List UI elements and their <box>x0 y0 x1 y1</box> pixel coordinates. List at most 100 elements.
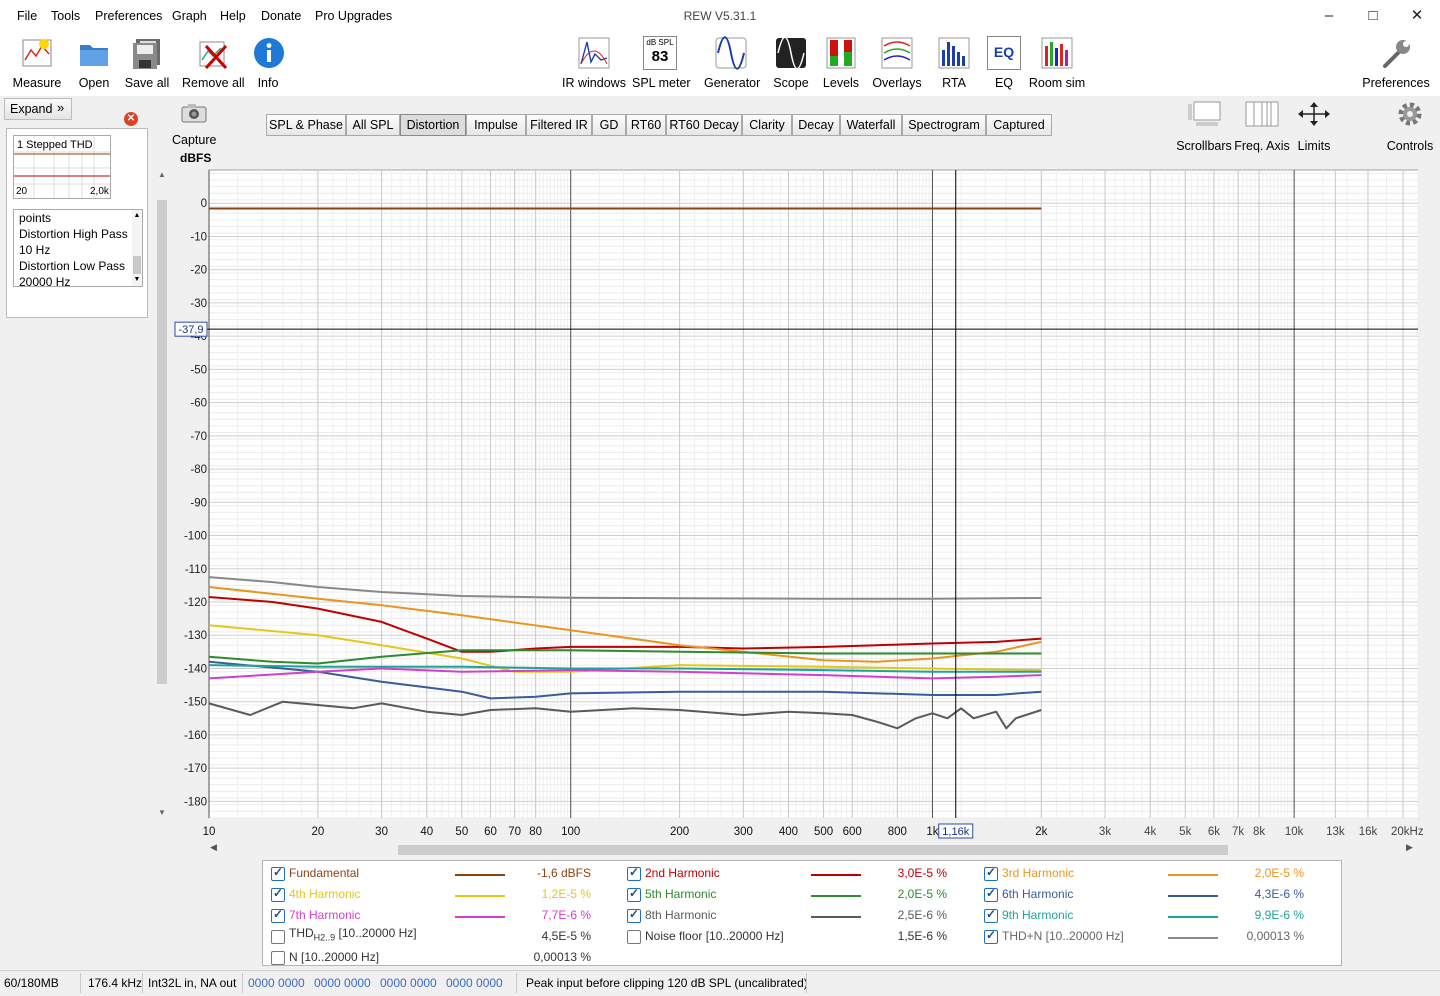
rta-button[interactable]: RTA <box>936 36 972 90</box>
info-button[interactable]: Info <box>252 36 284 90</box>
tab-decay[interactable]: Decay <box>792 114 840 136</box>
tab-rt60-decay[interactable]: RT60 Decay <box>666 114 742 136</box>
legend-item[interactable]: 9th Harmonic 9,9E-6 % <box>984 906 1334 926</box>
menu-preferences[interactable]: Preferences <box>95 9 162 23</box>
horizontal-scrollbar[interactable]: ◀ ▶ <box>210 842 1418 856</box>
maximize-icon[interactable]: □ <box>1353 4 1393 28</box>
legend-item[interactable]: 4th Harmonic 1,2E-5 % <box>271 885 621 905</box>
scope-button[interactable]: Scope <box>770 36 812 90</box>
legend-label: 9th Harmonic <box>1002 908 1074 922</box>
legend-checkbox[interactable] <box>627 907 641 923</box>
horizontal-scroll-thumb[interactable] <box>398 845 1228 855</box>
menu-pro-upgrades[interactable]: Pro Upgrades <box>315 9 392 23</box>
room-sim-button[interactable]: Room sim <box>1028 36 1086 90</box>
menu-donate[interactable]: Donate <box>261 9 301 23</box>
legend-item[interactable]: THD+N [10..20000 Hz] 0,00013 % <box>984 927 1334 947</box>
legend-item[interactable]: N [10..20000 Hz] 0,00013 % <box>271 948 621 968</box>
tab-gd[interactable]: GD <box>592 114 626 136</box>
x-tick-label: 500 <box>814 826 833 838</box>
x-tick-label: 50 <box>455 826 468 838</box>
scroll-left-icon[interactable]: ◀ <box>210 842 217 853</box>
scroll-right-icon[interactable]: ▶ <box>1406 842 1413 853</box>
menu-graph[interactable]: Graph <box>172 9 207 23</box>
ir-windows-button[interactable]: IR windows <box>562 36 626 90</box>
legend-item[interactable]: THDH2..9 [10..20000 Hz] 4,5E-5 % <box>271 926 621 947</box>
legend-label: Fundamental <box>289 866 360 880</box>
legend-checkbox[interactable] <box>271 907 285 923</box>
menu-file[interactable]: File <box>17 9 37 23</box>
legend-item[interactable]: 5th Harmonic 2,0E-5 % <box>627 885 977 905</box>
legend-item[interactable]: 6th Harmonic 4,3E-6 % <box>984 885 1334 905</box>
legend-item[interactable]: 2nd Harmonic 3,0E-5 % <box>627 864 977 884</box>
tab-captured[interactable]: Captured <box>986 114 1052 136</box>
generator-button[interactable]: Generator <box>704 36 760 90</box>
y-tick-label: -170 <box>184 763 207 775</box>
y-axis-label: dBFS <box>180 151 211 165</box>
legend-item[interactable]: 7th Harmonic 7,7E-6 % <box>271 906 621 926</box>
legend-checkbox[interactable] <box>271 951 285 965</box>
legend-value: 2,0E-5 % <box>1254 866 1304 880</box>
x-tick-label: 13k <box>1326 826 1345 838</box>
expand-button[interactable]: Expand » <box>4 98 72 120</box>
measure-button[interactable]: Measure <box>12 36 62 90</box>
title-bar: File Tools Preferences Graph Help Donate… <box>0 0 1440 32</box>
legend-label: THD+N [10..20000 Hz] <box>1002 929 1124 943</box>
legend-checkbox[interactable] <box>627 865 641 881</box>
legend-line-swatch <box>1168 895 1218 897</box>
y-tick-label: -150 <box>184 697 207 709</box>
remove-all-button[interactable]: Remove all <box>182 36 245 90</box>
legend-checkbox[interactable] <box>271 930 285 944</box>
tab-waterfall[interactable]: Waterfall <box>840 114 902 136</box>
legend-line-swatch <box>455 916 505 918</box>
legend-checkbox[interactable] <box>627 886 641 902</box>
menu-tools[interactable]: Tools <box>51 9 80 23</box>
legend-checkbox[interactable] <box>984 865 998 881</box>
legend-checkbox[interactable] <box>271 886 285 902</box>
legend-item[interactable]: 8th Harmonic 2,5E-6 % <box>627 906 977 926</box>
plot-area[interactable] <box>208 169 1419 819</box>
tab-filtered-ir[interactable]: Filtered IR <box>526 114 592 136</box>
legend-value: 2,0E-5 % <box>897 887 947 901</box>
legend-item[interactable]: 3rd Harmonic 2,0E-5 % <box>984 864 1334 884</box>
legend-checkbox[interactable] <box>984 886 998 902</box>
tab-all-spl[interactable]: All SPL <box>346 114 400 136</box>
tab-spl-phase[interactable]: SPL & Phase <box>266 114 346 136</box>
tab-clarity[interactable]: Clarity <box>742 114 792 136</box>
menu-help[interactable]: Help <box>220 9 246 23</box>
distortion-chart[interactable]: dBFS 0-10-20-30-40-50-60-70-80-90-100-11… <box>0 140 1440 865</box>
legend-value: 0,00013 % <box>1246 929 1304 943</box>
y-tick-label: 0 <box>201 198 207 210</box>
input-bits-2: 0000 0000 <box>314 976 371 990</box>
y-tick-label: -60 <box>190 398 207 410</box>
remove-all-icon <box>199 41 228 70</box>
y-tick-label: -80 <box>190 464 207 476</box>
remove-measurement-icon[interactable]: ✕ <box>124 112 138 126</box>
legend-line-swatch <box>455 895 505 897</box>
legend-checkbox[interactable] <box>984 907 998 923</box>
preferences-button[interactable]: Preferences <box>1362 36 1430 90</box>
tab-impulse[interactable]: Impulse <box>466 114 526 136</box>
legend-checkbox[interactable] <box>627 930 641 944</box>
save-all-button[interactable]: Save all <box>124 36 170 90</box>
open-button[interactable]: Open <box>74 36 114 90</box>
overlays-button[interactable]: Overlays <box>870 36 924 90</box>
eq-button[interactable]: EQ EQ <box>986 36 1022 90</box>
tab-rt60[interactable]: RT60 <box>626 114 666 136</box>
legend-item[interactable]: Fundamental -1,6 dBFS <box>271 864 621 884</box>
legend-label: THDH2..9 [10..20000 Hz] <box>289 926 417 943</box>
y-tick-label: -50 <box>190 364 207 376</box>
memory-usage[interactable]: 60/180MB <box>4 976 59 990</box>
legend-value: 4,5E-5 % <box>541 929 591 943</box>
legend-item[interactable]: Noise floor [10..20000 Hz] 1,5E-6 % <box>627 927 977 947</box>
legend-checkbox[interactable] <box>271 865 285 881</box>
legend-label: 5th Harmonic <box>645 887 717 901</box>
minimize-icon[interactable]: – <box>1309 4 1349 28</box>
tab-spectrogram[interactable]: Spectrogram <box>902 114 986 136</box>
status-message: Peak input before clipping 120 dB SPL (u… <box>526 976 808 990</box>
tab-distortion[interactable]: Distortion <box>400 114 466 136</box>
levels-button[interactable]: Levels <box>822 36 860 90</box>
window-title: REW V5.31.1 <box>683 9 757 23</box>
close-icon[interactable]: ✕ <box>1397 4 1437 28</box>
legend-checkbox[interactable] <box>984 928 998 944</box>
spl-meter-button[interactable]: dB SPL 83 SPL meter <box>632 36 691 90</box>
